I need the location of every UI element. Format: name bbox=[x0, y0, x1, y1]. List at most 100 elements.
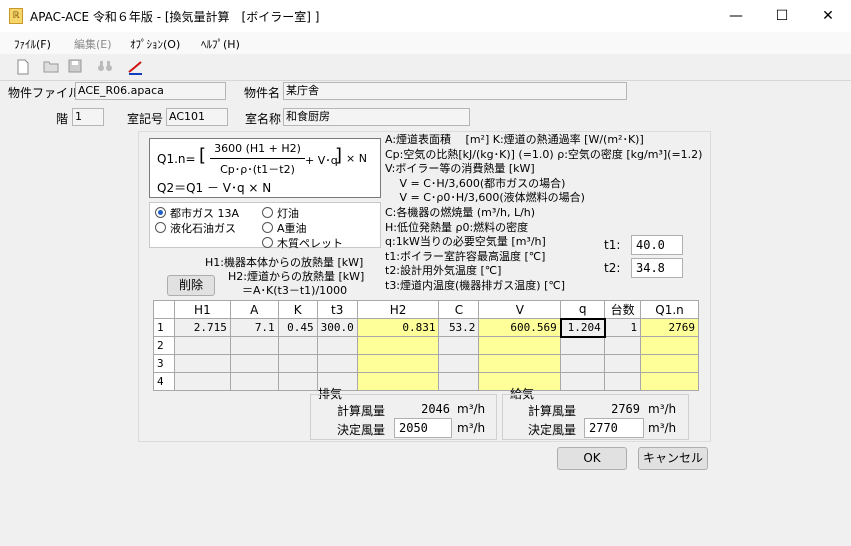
formula-fraction-line bbox=[210, 158, 305, 159]
col-header: A bbox=[229, 300, 279, 319]
cell-c[interactable] bbox=[438, 336, 480, 355]
row-number: 2 bbox=[153, 336, 175, 355]
cell-q1n bbox=[640, 336, 699, 355]
cell-h1[interactable] bbox=[173, 354, 231, 373]
room-name-field: 和食厨房 bbox=[283, 108, 470, 126]
radio-city-gas-label[interactable]: 都市ガス 13A bbox=[170, 205, 239, 221]
t2-input[interactable]: 34.8 bbox=[631, 258, 683, 278]
save-icon[interactable] bbox=[66, 59, 84, 77]
cell-h1[interactable]: 2.715 bbox=[173, 318, 231, 337]
cell-c[interactable] bbox=[438, 372, 480, 391]
formula-bracket-right: ] bbox=[335, 145, 343, 166]
formula-times-n: × N bbox=[346, 152, 367, 165]
radio-wood-pellet[interactable] bbox=[262, 237, 273, 248]
exhaust-decided-input[interactable]: 2050 bbox=[394, 418, 452, 438]
cell-k[interactable] bbox=[277, 336, 318, 355]
menu-help[interactable]: ﾍﾙﾌﾟ(H) bbox=[201, 36, 240, 52]
cell-k[interactable] bbox=[277, 354, 318, 373]
supply-calc-value: 2769 bbox=[611, 402, 640, 416]
supply-decided-label: 決定風量 bbox=[528, 423, 577, 437]
supply-decided-unit: m³/h bbox=[648, 421, 677, 435]
cell-t3[interactable] bbox=[316, 354, 358, 373]
cell-h2 bbox=[356, 372, 440, 391]
cell-h2 bbox=[356, 354, 440, 373]
t1-input[interactable]: 40.0 bbox=[631, 235, 683, 255]
radio-kerosene[interactable] bbox=[262, 207, 273, 218]
maximize-button[interactable]: ☐ bbox=[759, 0, 805, 32]
cell-count[interactable] bbox=[604, 336, 642, 355]
delete-button[interactable]: 削除 bbox=[167, 275, 215, 296]
file-name-field: ACE_R06.apaca bbox=[75, 82, 226, 100]
radio-lpg[interactable] bbox=[155, 222, 166, 233]
cell-count[interactable]: 1 bbox=[604, 318, 642, 337]
window-title: APAC-ACE 令和６年版 - [換気量計算 [ボイラー室] ] bbox=[30, 10, 320, 24]
exhaust-calc-value: 2046 bbox=[421, 402, 450, 416]
radio-city-gas[interactable] bbox=[155, 207, 166, 218]
radio-lpg-label[interactable]: 液化石油ガス bbox=[170, 220, 236, 236]
cell-v bbox=[478, 336, 562, 355]
menu-bar bbox=[0, 32, 851, 54]
radio-a-heavy-oil-label[interactable]: A重油 bbox=[277, 220, 307, 236]
menu-options[interactable]: ｵﾌﾟｼｮﾝ(O) bbox=[130, 36, 180, 52]
cell-a[interactable]: 7.1 bbox=[229, 318, 279, 337]
cell-t3[interactable]: 300.0 bbox=[316, 318, 358, 337]
room-code-field: AC101 bbox=[166, 108, 228, 126]
cell-count[interactable] bbox=[604, 354, 642, 373]
col-header: H2 bbox=[356, 300, 440, 319]
t2-label: t2: bbox=[604, 261, 621, 275]
exhaust-decided-label: 決定風量 bbox=[337, 423, 386, 437]
col-header: q bbox=[560, 300, 606, 319]
cell-count[interactable] bbox=[604, 372, 642, 391]
binoculars-icon[interactable] bbox=[96, 59, 114, 77]
row-number: 3 bbox=[153, 354, 175, 373]
room-code-label: 室記号 bbox=[127, 112, 164, 126]
property-name-label: 物件名 bbox=[244, 86, 281, 100]
cell-h1[interactable] bbox=[173, 372, 231, 391]
ok-button[interactable]: OK bbox=[557, 447, 627, 470]
cell-t3[interactable] bbox=[316, 336, 358, 355]
table-row: 1 2.715 7.1 0.45 300.0 0.831 53.2 600.56… bbox=[153, 317, 699, 338]
exhaust-calc-label: 計算風量 bbox=[337, 404, 386, 418]
cell-a[interactable] bbox=[229, 372, 279, 391]
legend-line: V:ボイラー等の消費熱量 [kW] bbox=[385, 162, 535, 176]
cell-q[interactable]: 1.204 bbox=[559, 317, 606, 338]
col-header: t3 bbox=[316, 300, 358, 319]
room-name-label: 室名称 bbox=[245, 112, 282, 126]
chart-icon[interactable] bbox=[126, 59, 144, 77]
cell-h1[interactable] bbox=[173, 336, 231, 355]
cell-q1n bbox=[640, 372, 699, 391]
col-header: C bbox=[438, 300, 480, 319]
radio-kerosene-label[interactable]: 灯油 bbox=[277, 205, 299, 221]
radio-a-heavy-oil[interactable] bbox=[262, 222, 273, 233]
h2-formula-note: ＝A･K(t3－t1)/1000 bbox=[242, 284, 348, 297]
cancel-button[interactable]: キャンセル bbox=[638, 447, 708, 470]
col-header: H1 bbox=[173, 300, 231, 319]
table-row: 4 bbox=[153, 372, 699, 391]
cell-q[interactable] bbox=[560, 354, 606, 373]
menu-file[interactable]: ﾌｧｲﾙ(F) bbox=[14, 36, 51, 52]
floor-field: 1 bbox=[72, 108, 104, 126]
cell-h2 bbox=[356, 336, 440, 355]
supply-decided-input[interactable]: 2770 bbox=[584, 418, 644, 438]
minimize-button[interactable]: — bbox=[713, 0, 759, 32]
cell-c[interactable]: 53.2 bbox=[438, 318, 480, 337]
cell-a[interactable] bbox=[229, 354, 279, 373]
menu-edit[interactable]: 編集(E) bbox=[74, 36, 112, 52]
new-file-icon[interactable] bbox=[14, 59, 32, 77]
open-folder-icon[interactable] bbox=[42, 59, 60, 77]
cell-k[interactable]: 0.45 bbox=[277, 318, 318, 337]
cell-q[interactable] bbox=[560, 336, 606, 355]
exhaust-decided-unit: m³/h bbox=[457, 421, 486, 435]
close-button[interactable]: ✕ bbox=[805, 0, 851, 32]
legend-line: A:煙道表面積 [m²] K:煙道の熱通過率 [W/(m²･K)] bbox=[385, 133, 644, 146]
t1-label: t1: bbox=[604, 238, 621, 252]
cell-k[interactable] bbox=[277, 372, 318, 391]
legend-line: C:各機器の燃焼量 (m³/h, L/h) bbox=[385, 205, 536, 219]
cell-q1n bbox=[640, 354, 699, 373]
cell-c[interactable] bbox=[438, 354, 480, 373]
radio-wood-pellet-label[interactable]: 木質ペレット bbox=[277, 235, 343, 251]
legend-line: V = C･H/3,600(都市ガスの場合) bbox=[385, 176, 566, 190]
cell-q[interactable] bbox=[560, 372, 606, 391]
cell-a[interactable] bbox=[229, 336, 279, 355]
formula-plus-vq: + V･q bbox=[305, 154, 338, 167]
